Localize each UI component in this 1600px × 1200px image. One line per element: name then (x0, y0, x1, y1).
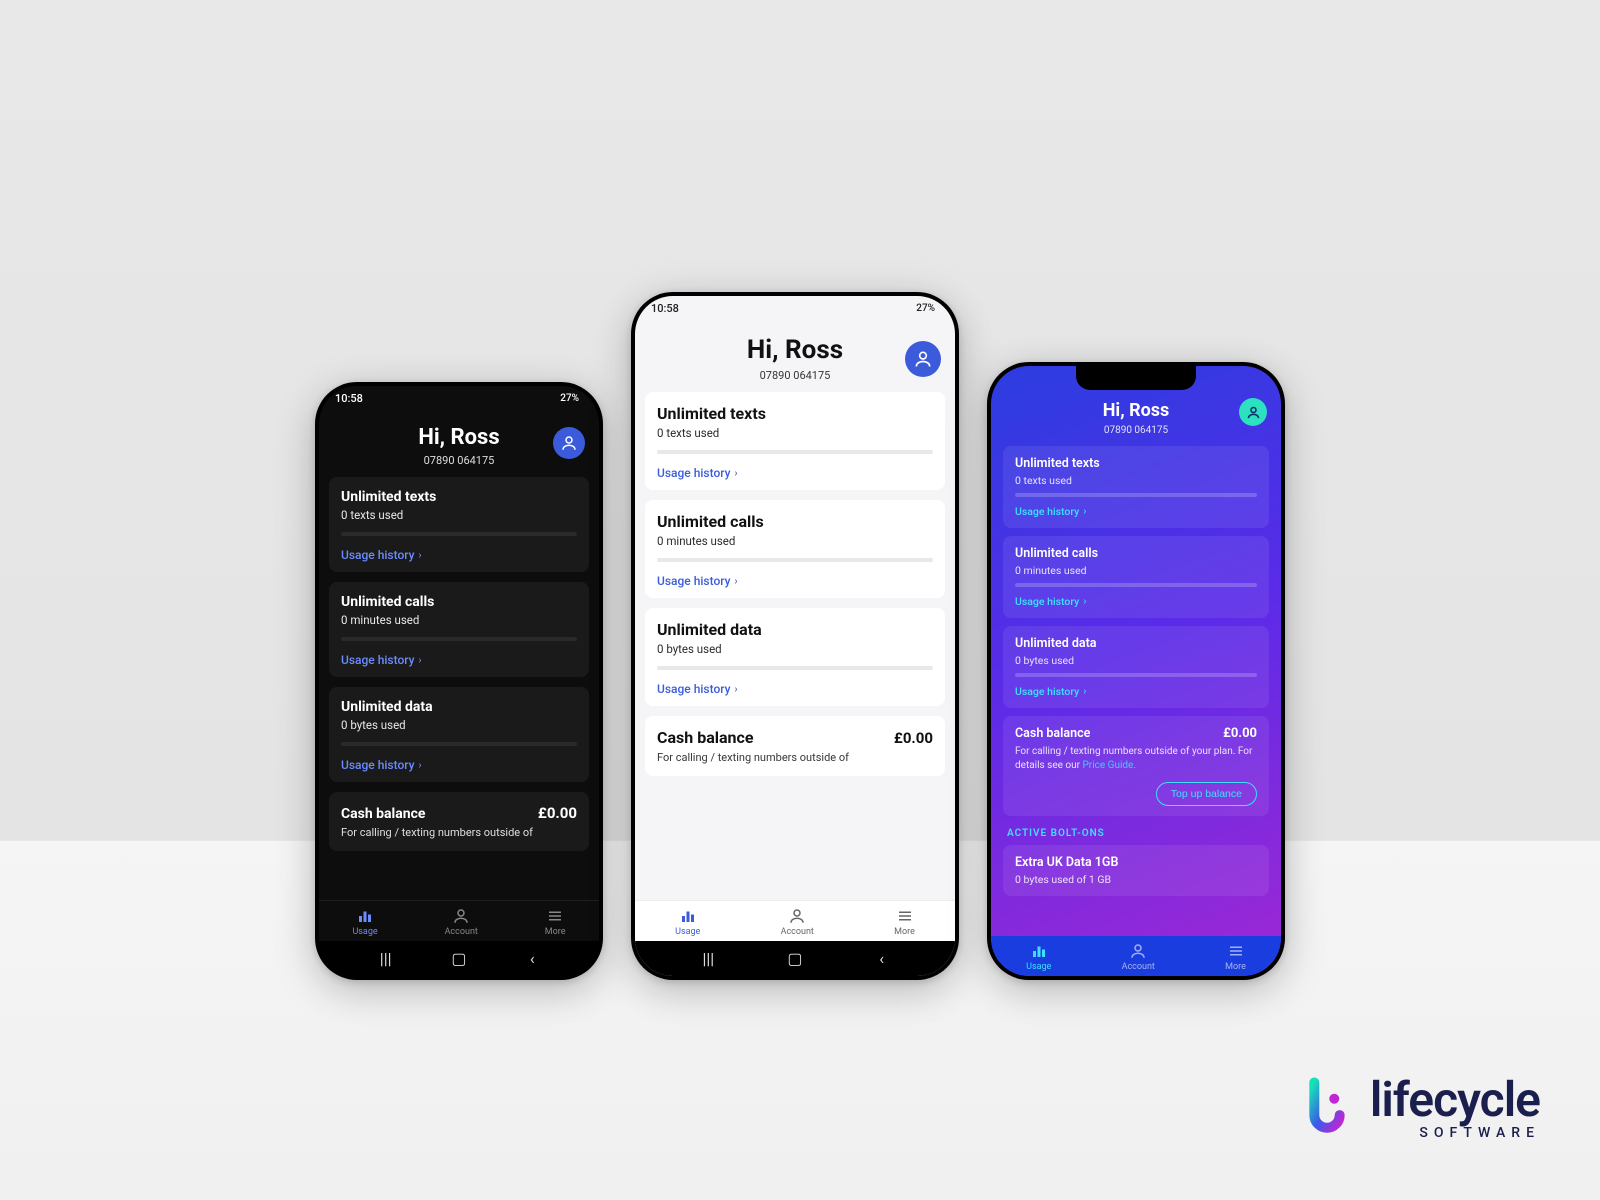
usage-history-link[interactable]: Usage history › (341, 758, 577, 772)
menu-icon (896, 907, 914, 925)
android-nav-keys: ||| ▢ ‹ (635, 941, 955, 976)
bottom-tabs: Usage Account More (635, 900, 955, 941)
profile-icon (452, 907, 470, 925)
profile-button[interactable] (905, 341, 941, 377)
usage-history-link[interactable]: Usage history › (341, 548, 577, 562)
card-balance: Cash balance £0.00 For calling / texting… (1003, 716, 1269, 816)
app-header: Hi, Ross 07890 064175 (635, 319, 955, 392)
profile-icon (1246, 405, 1261, 420)
usage-history-link[interactable]: Usage history › (657, 574, 933, 588)
phone-number: 07890 064175 (333, 454, 585, 467)
tab-account[interactable]: Account (781, 907, 814, 937)
tab-more[interactable]: More (1225, 942, 1246, 972)
profile-icon (1129, 942, 1147, 960)
card-bolton: Extra UK Data 1GB 0 bytes used of 1 GB (1003, 845, 1269, 896)
card-calls: Unlimited calls 0 minutes used Usage his… (1003, 536, 1269, 618)
usage-history-link[interactable]: Usage history › (1015, 505, 1257, 518)
profile-button[interactable] (1239, 398, 1267, 426)
progress-bar (341, 532, 577, 536)
chevron-right-icon: › (1083, 686, 1086, 697)
profile-icon (788, 907, 806, 925)
card-balance: Cash balance £0.00 For calling / texting… (645, 716, 945, 776)
profile-button[interactable] (553, 427, 585, 459)
price-guide-link[interactable]: Price Guide. (1083, 760, 1136, 771)
chevron-right-icon: › (419, 655, 422, 666)
bottom-tabs: Usage Account More (991, 936, 1281, 976)
menu-icon (546, 907, 564, 925)
back-key[interactable]: ‹ (862, 949, 902, 968)
phone-notch (1076, 366, 1196, 390)
menu-icon (1227, 942, 1245, 960)
tab-usage[interactable]: Usage (352, 907, 377, 937)
chevron-right-icon: › (1083, 506, 1086, 517)
app-header: Hi, Ross 07890 064175 (319, 409, 599, 477)
phone-mockup-scene: 10:58 27% Hi, R (0, 0, 1600, 1200)
tab-account[interactable]: Account (445, 907, 478, 937)
chevron-right-icon: › (419, 550, 422, 561)
profile-icon (560, 434, 578, 452)
balance-amount: £0.00 (538, 804, 577, 822)
home-key[interactable]: ▢ (775, 949, 815, 968)
brand-mark-icon (1298, 1077, 1356, 1139)
tab-account[interactable]: Account (1122, 942, 1155, 972)
phone-dark: 10:58 27% Hi, R (315, 382, 603, 980)
status-bar: 10:58 27% (635, 296, 955, 319)
tab-usage[interactable]: Usage (1026, 942, 1051, 972)
phone-gradient: Hi, Ross 07890 064175 Unlimited texts 0 … (987, 362, 1285, 980)
card-sub: 0 texts used (341, 508, 577, 522)
status-bar: 10:58 27% (319, 386, 599, 409)
card-data: Unlimited data 0 bytes used Usage histor… (329, 687, 589, 782)
usage-history-link[interactable]: Usage history › (657, 466, 933, 480)
brand-tagline: SOFTWARE (1419, 1126, 1540, 1140)
balance-description: For calling / texting numbers outside of (341, 826, 577, 841)
android-nav-keys: ||| ▢ ‹ (319, 941, 599, 976)
usage-history-link[interactable]: Usage history › (1015, 685, 1257, 698)
greeting: Hi, Ross (333, 425, 585, 450)
card-balance: Cash balance £0.00 For calling / texting… (329, 792, 589, 851)
battery-level: 27% (560, 393, 579, 404)
bar-chart-icon (356, 907, 374, 925)
bottom-tabs: Usage Account More (319, 900, 599, 941)
chevron-right-icon: › (1083, 596, 1086, 607)
bar-chart-icon (679, 907, 697, 925)
recents-key[interactable]: ||| (366, 949, 406, 968)
home-key[interactable]: ▢ (439, 949, 479, 968)
bar-chart-icon (1030, 942, 1048, 960)
chevron-right-icon: › (735, 468, 738, 479)
profile-icon (913, 349, 933, 369)
status-time: 10:58 (335, 392, 363, 405)
back-key[interactable]: ‹ (512, 949, 552, 968)
brand-name: lifecycle (1370, 1076, 1540, 1124)
chevron-right-icon: › (735, 684, 738, 695)
app-header: Hi, Ross 07890 064175 (991, 390, 1281, 446)
usage-history-link[interactable]: Usage history › (341, 653, 577, 667)
card-title: Unlimited texts (341, 489, 577, 505)
usage-history-link[interactable]: Usage history › (657, 682, 933, 696)
card-calls: Unlimited calls 0 minutes used Usage his… (645, 500, 945, 598)
usage-history-link[interactable]: Usage history › (1015, 595, 1257, 608)
card-texts: Unlimited texts 0 texts used Usage histo… (1003, 446, 1269, 528)
tab-more[interactable]: More (545, 907, 566, 937)
tab-more[interactable]: More (894, 907, 915, 937)
card-data: Unlimited data 0 bytes used Usage histor… (1003, 626, 1269, 708)
card-data: Unlimited data 0 bytes used Usage histor… (645, 608, 945, 706)
card-texts: Unlimited texts 0 texts used Usage histo… (329, 477, 589, 572)
topup-button[interactable]: Top up balance (1156, 782, 1257, 806)
brand-logo: lifecycle SOFTWARE (1298, 1076, 1540, 1140)
chevron-right-icon: › (735, 576, 738, 587)
card-texts: Unlimited texts 0 texts used Usage histo… (645, 392, 945, 490)
card-calls: Unlimited calls 0 minutes used Usage his… (329, 582, 589, 677)
active-boltons-label: ACTIVE BOLT-ONS (1007, 828, 1265, 839)
tab-usage[interactable]: Usage (675, 907, 700, 937)
recents-key[interactable]: ||| (688, 949, 728, 968)
phone-light: 10:58 27% Hi, Ross 07890 064175 (631, 292, 959, 980)
chevron-right-icon: › (419, 760, 422, 771)
